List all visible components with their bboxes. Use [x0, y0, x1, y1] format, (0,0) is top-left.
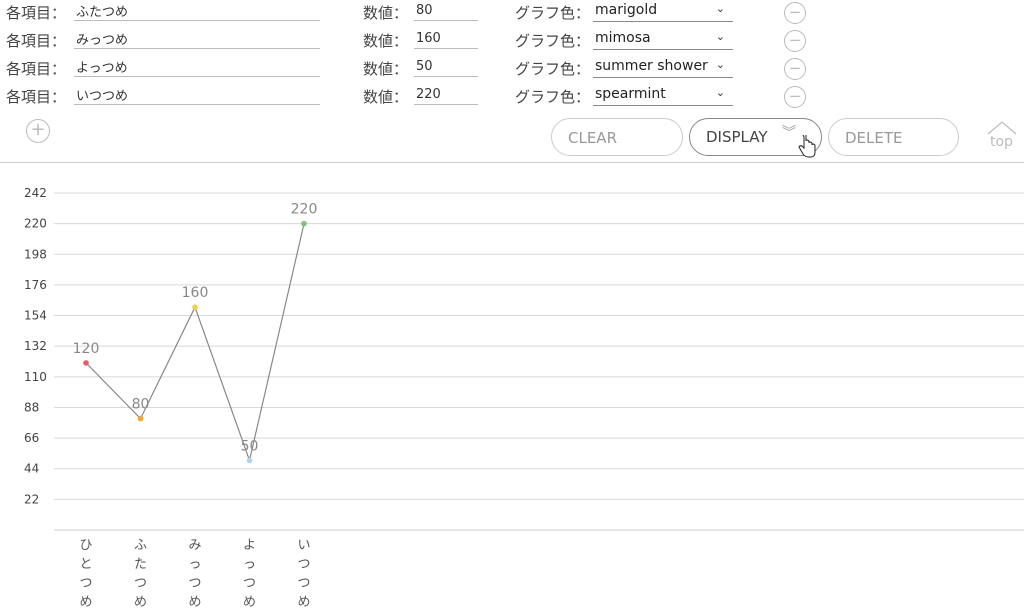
- y-tick-label: 176: [24, 278, 47, 292]
- minus-circle-icon[interactable]: −: [784, 58, 806, 80]
- clear-button[interactable]: CLEAR: [551, 118, 683, 156]
- delete-button[interactable]: DELETE: [828, 118, 959, 156]
- item-label: 各項目：: [6, 32, 67, 50]
- value-label: 数値：: [363, 60, 409, 78]
- x-tick-label: ひとつめ: [79, 538, 92, 610]
- minus-circle-icon[interactable]: −: [784, 30, 806, 52]
- plus-circle-icon[interactable]: +: [26, 119, 50, 143]
- minus-circle-icon[interactable]: −: [784, 2, 806, 24]
- color-select[interactable]: summer shower ⌄: [593, 58, 733, 78]
- hand-cursor-icon: [798, 135, 816, 158]
- data-label: 160: [182, 285, 209, 301]
- top-button-label: top: [990, 134, 1013, 150]
- item-label: 各項目：: [6, 60, 67, 78]
- data-label: 50: [241, 438, 259, 454]
- y-tick-label: 66: [24, 431, 39, 445]
- color-select[interactable]: spearmint ⌄: [593, 86, 733, 106]
- value-input[interactable]: [414, 85, 478, 105]
- x-tick-label: いつつめ: [297, 538, 310, 610]
- data-point: [137, 415, 144, 422]
- item-name-input[interactable]: [74, 29, 320, 49]
- data-label: 220: [291, 202, 318, 218]
- chevron-down-icon: ⌄: [715, 86, 725, 99]
- minus-circle-icon[interactable]: −: [784, 86, 806, 108]
- color-label: グラフ色：: [515, 4, 591, 22]
- value-label: 数値：: [363, 32, 409, 50]
- value-input[interactable]: [414, 1, 478, 21]
- x-tick-label: みっつめ: [188, 538, 201, 610]
- data-label: 120: [73, 341, 100, 357]
- x-tick-label: ふたつめ: [134, 538, 147, 610]
- line-chart: 22 44 66 88 110 132 154 176 198 220 242 120 80 160 50 2…: [24, 186, 1024, 610]
- color-select[interactable]: marigold ⌄: [593, 2, 733, 22]
- color-select-value: spearmint: [595, 86, 666, 102]
- color-select-value: marigold: [595, 2, 658, 18]
- y-tick-label: 110: [24, 370, 47, 384]
- y-tick-label: 198: [24, 247, 47, 261]
- data-point: [301, 220, 307, 227]
- color-select-value: summer shower: [595, 58, 708, 74]
- color-label: グラフ色：: [515, 88, 591, 106]
- chevron-down-icon: ⌄: [715, 30, 725, 43]
- data-point: [83, 360, 89, 366]
- form-row: 各項目： 数値： グラフ色： summer shower ⌄ −: [0, 56, 1024, 82]
- item-label: 各項目：: [6, 4, 67, 22]
- y-tick-label: 88: [24, 400, 39, 414]
- value-input[interactable]: [414, 57, 478, 77]
- y-tick-label: 44: [24, 462, 39, 476]
- y-tick-label: 242: [24, 186, 47, 200]
- form-area: 各項目： 数値： グラフ色： marigold ⌄ − 各項目： 数値： グラフ…: [0, 0, 1024, 162]
- color-label: グラフ色：: [515, 32, 591, 50]
- form-row: 各項目： 数値： グラフ色： marigold ⌄ −: [0, 0, 1024, 26]
- item-name-input[interactable]: [74, 1, 320, 21]
- x-tick-label: よっつめ: [243, 538, 256, 610]
- color-select[interactable]: mimosa ⌄: [593, 30, 733, 50]
- double-chevron-down-icon: ︾: [782, 125, 796, 141]
- value-label: 数値：: [363, 88, 409, 106]
- y-tick-label: 22: [24, 492, 39, 506]
- color-label: グラフ色：: [515, 60, 591, 78]
- item-name-input[interactable]: [74, 85, 320, 105]
- color-select-value: mimosa: [595, 30, 651, 46]
- y-tick-label: 154: [24, 309, 47, 323]
- display-button[interactable]: DISPLAY ︾: [689, 118, 822, 158]
- data-label: 80: [132, 397, 150, 413]
- top-button[interactable]: top: [986, 120, 1018, 154]
- data-point: [246, 457, 253, 464]
- value-label: 数値：: [363, 4, 409, 22]
- item-label: 各項目：: [6, 88, 67, 106]
- y-tick-label: 220: [24, 217, 47, 231]
- form-row: 各項目： 数値： グラフ色： mimosa ⌄ −: [0, 28, 1024, 54]
- form-row: 各項目： 数値： グラフ色： spearmint ⌄ −: [0, 84, 1024, 110]
- data-point: [192, 304, 198, 310]
- chevron-down-icon: ⌄: [715, 58, 725, 71]
- chevron-down-icon: ⌄: [715, 2, 725, 15]
- value-input[interactable]: [414, 29, 478, 49]
- item-name-input[interactable]: [74, 57, 320, 77]
- series-line: [85, 223, 305, 463]
- y-tick-label: 132: [24, 339, 47, 353]
- display-button-label: DISPLAY: [706, 128, 768, 146]
